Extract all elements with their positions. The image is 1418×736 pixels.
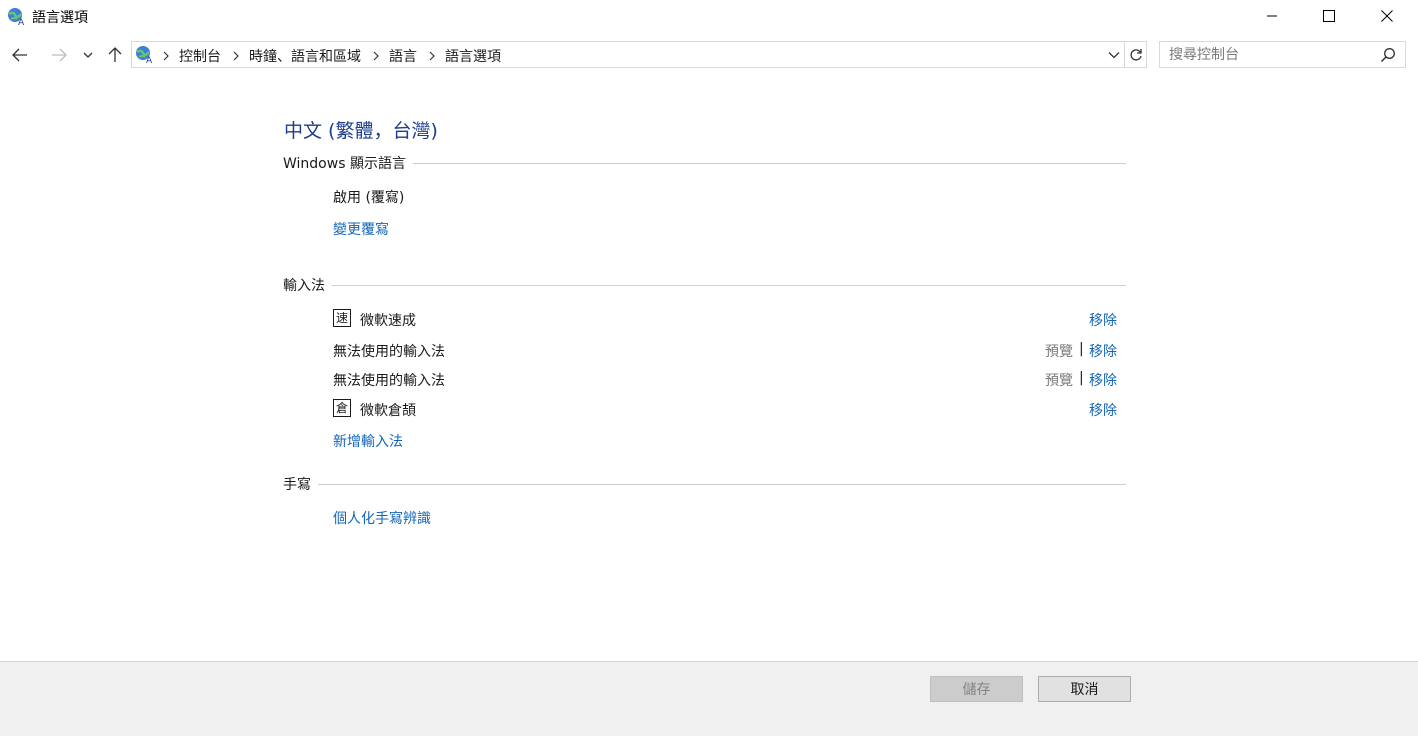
ime-badge-icon: 倉 xyxy=(333,399,351,417)
ime-name: 無法使用的輸入法 xyxy=(333,373,445,389)
address-dropdown-button[interactable] xyxy=(1104,42,1124,67)
link-separator: | xyxy=(1079,370,1084,386)
display-language-section-header: Windows 顯示語言 xyxy=(283,153,1126,173)
language-title: 中文 (繁體，台灣) xyxy=(284,120,438,142)
back-button[interactable] xyxy=(8,43,32,67)
remove-ime-link[interactable]: 移除 xyxy=(1089,400,1117,420)
minimize-icon xyxy=(1267,15,1277,17)
add-input-method-link[interactable]: 新增輸入法 xyxy=(333,431,403,451)
svg-text:A: A xyxy=(18,18,25,26)
arrow-up-icon xyxy=(108,47,122,62)
cancel-button[interactable]: 取消 xyxy=(1038,676,1131,702)
handwriting-section-header: 手寫 xyxy=(283,474,1126,494)
arrow-right-icon xyxy=(52,48,67,62)
chevron-right-icon[interactable] xyxy=(232,50,240,62)
title-bar: A 語言選項 xyxy=(0,0,1418,32)
personalize-handwriting-link[interactable]: 個人化手寫辨識 xyxy=(333,508,431,528)
chevron-right-icon xyxy=(163,51,169,61)
chevron-down-icon xyxy=(1108,51,1120,58)
chevron-right-icon[interactable] xyxy=(372,50,380,62)
input-method-section-header: 輸入法 xyxy=(283,275,1126,295)
ime-name: 微軟速成 xyxy=(360,313,416,329)
refresh-icon xyxy=(1129,48,1142,61)
search-input[interactable] xyxy=(1169,45,1369,64)
close-icon xyxy=(1381,10,1393,22)
chevron-down-icon xyxy=(83,52,93,58)
display-language-status: 啟用 (覆寫) xyxy=(333,190,405,206)
globe-language-icon: A xyxy=(8,8,25,26)
link-separator: | xyxy=(1079,341,1084,357)
section-heading: 輸入法 xyxy=(283,278,325,294)
footer-bar xyxy=(0,661,1418,736)
save-button[interactable]: 儲存 xyxy=(930,676,1023,702)
remove-ime-link[interactable]: 移除 xyxy=(1089,370,1117,390)
breadcrumb-item-language[interactable]: 語言 xyxy=(389,46,417,66)
address-bar[interactable]: A 控制台 時鐘、語言和區域 語言 語言選項 xyxy=(131,41,1147,68)
preview-ime-link[interactable]: 預覽 xyxy=(1045,341,1073,361)
svg-text:A: A xyxy=(146,56,153,64)
window-title: 語言選項 xyxy=(32,10,88,26)
breadcrumb: 控制台 時鐘、語言和區域 語言 語言選項 xyxy=(160,46,501,66)
breadcrumb-item-control-panel[interactable]: 控制台 xyxy=(179,46,221,66)
chevron-right-icon[interactable] xyxy=(428,50,436,62)
search-icon[interactable] xyxy=(1380,47,1396,63)
minimize-button[interactable] xyxy=(1243,0,1301,32)
breadcrumb-item-clock-language-region[interactable]: 時鐘、語言和區域 xyxy=(249,46,361,66)
divider xyxy=(318,483,1126,485)
search-box[interactable] xyxy=(1159,41,1406,68)
ime-badge-icon: 速 xyxy=(333,309,351,327)
divider xyxy=(332,284,1126,286)
maximize-button[interactable] xyxy=(1300,0,1358,32)
refresh-button[interactable] xyxy=(1124,42,1146,67)
remove-ime-link[interactable]: 移除 xyxy=(1089,341,1117,361)
globe-language-icon: A xyxy=(136,46,153,64)
remove-ime-link[interactable]: 移除 xyxy=(1089,310,1117,330)
recent-locations-button[interactable] xyxy=(78,43,98,67)
breadcrumb-item-language-options[interactable]: 語言選項 xyxy=(445,46,501,66)
ime-name: 無法使用的輸入法 xyxy=(333,344,445,360)
preview-ime-link[interactable]: 預覽 xyxy=(1045,370,1073,390)
close-button[interactable] xyxy=(1358,0,1416,32)
change-override-link[interactable]: 變更覆寫 xyxy=(333,219,389,239)
section-heading: 手寫 xyxy=(283,477,311,493)
ime-name: 微軟倉頡 xyxy=(360,403,416,419)
forward-button[interactable] xyxy=(47,43,71,67)
up-button[interactable] xyxy=(103,43,127,67)
section-heading: Windows 顯示語言 xyxy=(283,156,406,172)
maximize-icon xyxy=(1323,10,1335,22)
divider xyxy=(412,162,1126,164)
arrow-left-icon xyxy=(12,48,27,62)
